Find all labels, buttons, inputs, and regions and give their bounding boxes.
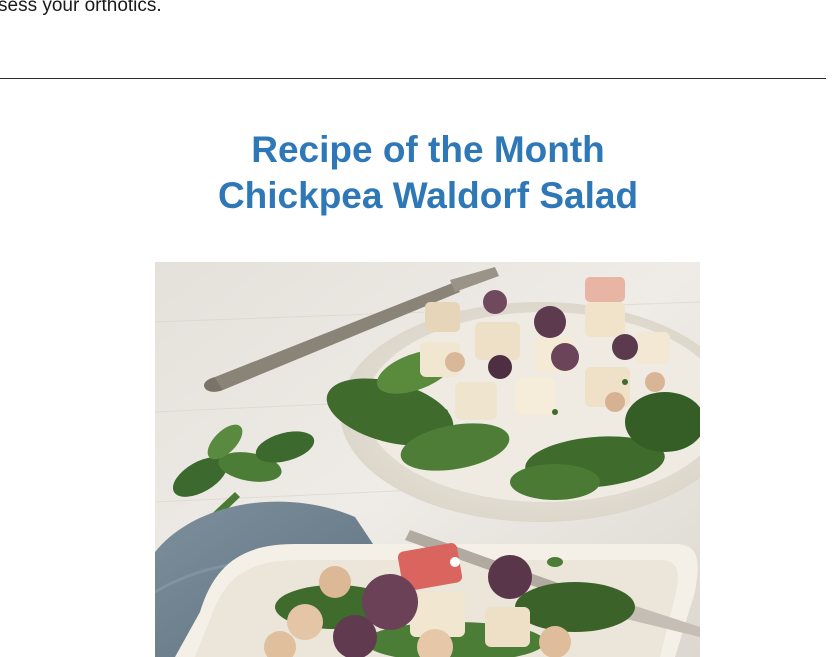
- newsletter-page: sess your orthotics. Recipe of the Month…: [0, 0, 840, 657]
- recipe-heading: Recipe of the Month: [251, 129, 605, 170]
- section-divider: [0, 78, 826, 79]
- intro-text: sess your orthotics.: [0, 0, 162, 16]
- recipe-header: Recipe of the Month Chickpea Waldorf Sal…: [0, 127, 840, 219]
- recipe-title: Chickpea Waldorf Salad: [217, 175, 639, 216]
- recipe-photo: [155, 262, 700, 657]
